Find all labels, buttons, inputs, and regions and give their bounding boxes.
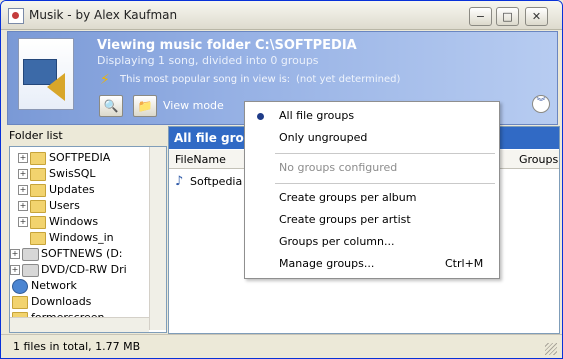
folder-icon [30, 200, 46, 213]
tree-item-label: Network [31, 279, 77, 292]
menu-item-shortcut: Ctrl+M [445, 257, 484, 270]
folder-icon [30, 184, 46, 197]
search-button[interactable]: 🔍 [99, 95, 123, 117]
group-title: All file grou [174, 131, 253, 145]
tree-item-label: SOFTPEDIA [49, 151, 111, 164]
title-bar[interactable]: Musik - by Alex Kaufman − □ ✕ [1, 1, 562, 30]
menu-item-label: All file groups [279, 109, 355, 122]
drive-icon [22, 248, 39, 261]
music-document-icon [18, 38, 74, 110]
network-icon [12, 279, 28, 294]
tree-item-label: Updates [49, 183, 95, 196]
app-icon [8, 8, 24, 24]
expand-toggle[interactable]: + [18, 153, 28, 163]
folder-icon [30, 152, 46, 165]
tree-item-label: Users [49, 199, 80, 212]
view-mode-menu: All file groups Only ungrouped No groups… [244, 101, 500, 279]
folder-icon: 📁 [137, 99, 153, 113]
menu-item-only-ungrouped[interactable]: Only ungrouped [245, 128, 499, 148]
horizontal-scrollbar[interactable] [10, 317, 149, 332]
speaker-graphic [47, 73, 65, 101]
banner-subtitle: Displaying 1 song, divided into 0 groups [97, 54, 319, 67]
folder-icon [12, 296, 28, 309]
menu-item-manage-groups[interactable]: Manage groups... Ctrl+M [245, 254, 499, 274]
tree-item-label: DVD/CD-RW Dri [41, 263, 127, 276]
folder-icon [30, 168, 46, 181]
popular-song-value: (not yet determined) [296, 74, 401, 85]
selected-bullet-icon [257, 113, 264, 120]
cd-drive-icon [22, 264, 39, 277]
menu-item-all-file-groups[interactable]: All file groups [245, 106, 499, 126]
vertical-scrollbar[interactable] [149, 147, 166, 330]
popular-song-label: This most popular song in view is: [120, 74, 291, 85]
expand-toggle[interactable]: + [18, 201, 28, 211]
menu-separator [275, 153, 495, 154]
menu-item-label: Create groups per artist [279, 213, 411, 226]
menu-item-label: No groups configured [279, 161, 398, 174]
menu-item-label: Only ungrouped [279, 131, 368, 144]
menu-item-label: Manage groups... [279, 257, 375, 270]
file-name: Softpedia [190, 175, 243, 188]
menu-item-create-groups-per-artist[interactable]: Create groups per artist [245, 210, 499, 230]
tree-item-label: Windows [49, 215, 99, 228]
folder-icon [30, 216, 46, 229]
menu-separator [275, 183, 495, 184]
expand-toggle[interactable]: + [18, 169, 28, 179]
tree-item-label: Windows_in [49, 231, 114, 244]
column-header-filename[interactable]: FileName [175, 153, 226, 166]
column-header-groups[interactable]: Groups [519, 153, 558, 166]
menu-item-create-groups-per-album[interactable]: Create groups per album [245, 188, 499, 208]
expand-toggle[interactable]: + [10, 249, 20, 259]
expand-toggle[interactable]: + [10, 265, 20, 275]
folder-icon [30, 232, 46, 245]
folder-button[interactable]: 📁 [133, 95, 157, 117]
banner-title: Viewing music folder C:\SOFTPEDIA [97, 38, 357, 53]
expand-button[interactable]: ︾ [532, 95, 550, 113]
lightning-icon: ⚡ [100, 72, 110, 88]
status-text: 1 files in total, 1.77 MB [13, 340, 141, 353]
expand-toggle[interactable]: + [18, 185, 28, 195]
resize-grip-icon[interactable] [545, 343, 557, 355]
expand-toggle[interactable]: + [18, 217, 28, 227]
tree-item-label: Downloads [31, 295, 92, 308]
search-icon: 🔍 [103, 99, 119, 113]
menu-item-label: Create groups per album [279, 191, 417, 204]
view-mode-label[interactable]: View mode [163, 99, 224, 112]
folder-tree[interactable]: + SOFTPEDIA + SwisSQL + Updates + Users … [9, 146, 167, 333]
music-note-icon: ♪ [175, 174, 184, 189]
status-bar: 1 files in total, 1.77 MB [1, 334, 562, 358]
close-button[interactable]: ✕ [525, 7, 548, 26]
menu-item-label: Groups per column... [279, 235, 395, 248]
tree-item-label: SOFTNEWS (D: [41, 247, 123, 260]
folder-list-header: Folder list [9, 129, 63, 142]
main-window: Musik - by Alex Kaufman − □ ✕ Viewing mu… [0, 0, 563, 359]
menu-item-groups-per-column[interactable]: Groups per column... [245, 232, 499, 252]
chevron-down-icon: ︾ [536, 98, 546, 108]
tree-item-label: SwisSQL [49, 167, 96, 180]
minimize-button[interactable]: − [469, 7, 492, 26]
window-title: Musik - by Alex Kaufman [29, 8, 178, 22]
maximize-button[interactable]: □ [496, 7, 519, 26]
menu-item-no-groups-configured: No groups configured [245, 158, 499, 178]
